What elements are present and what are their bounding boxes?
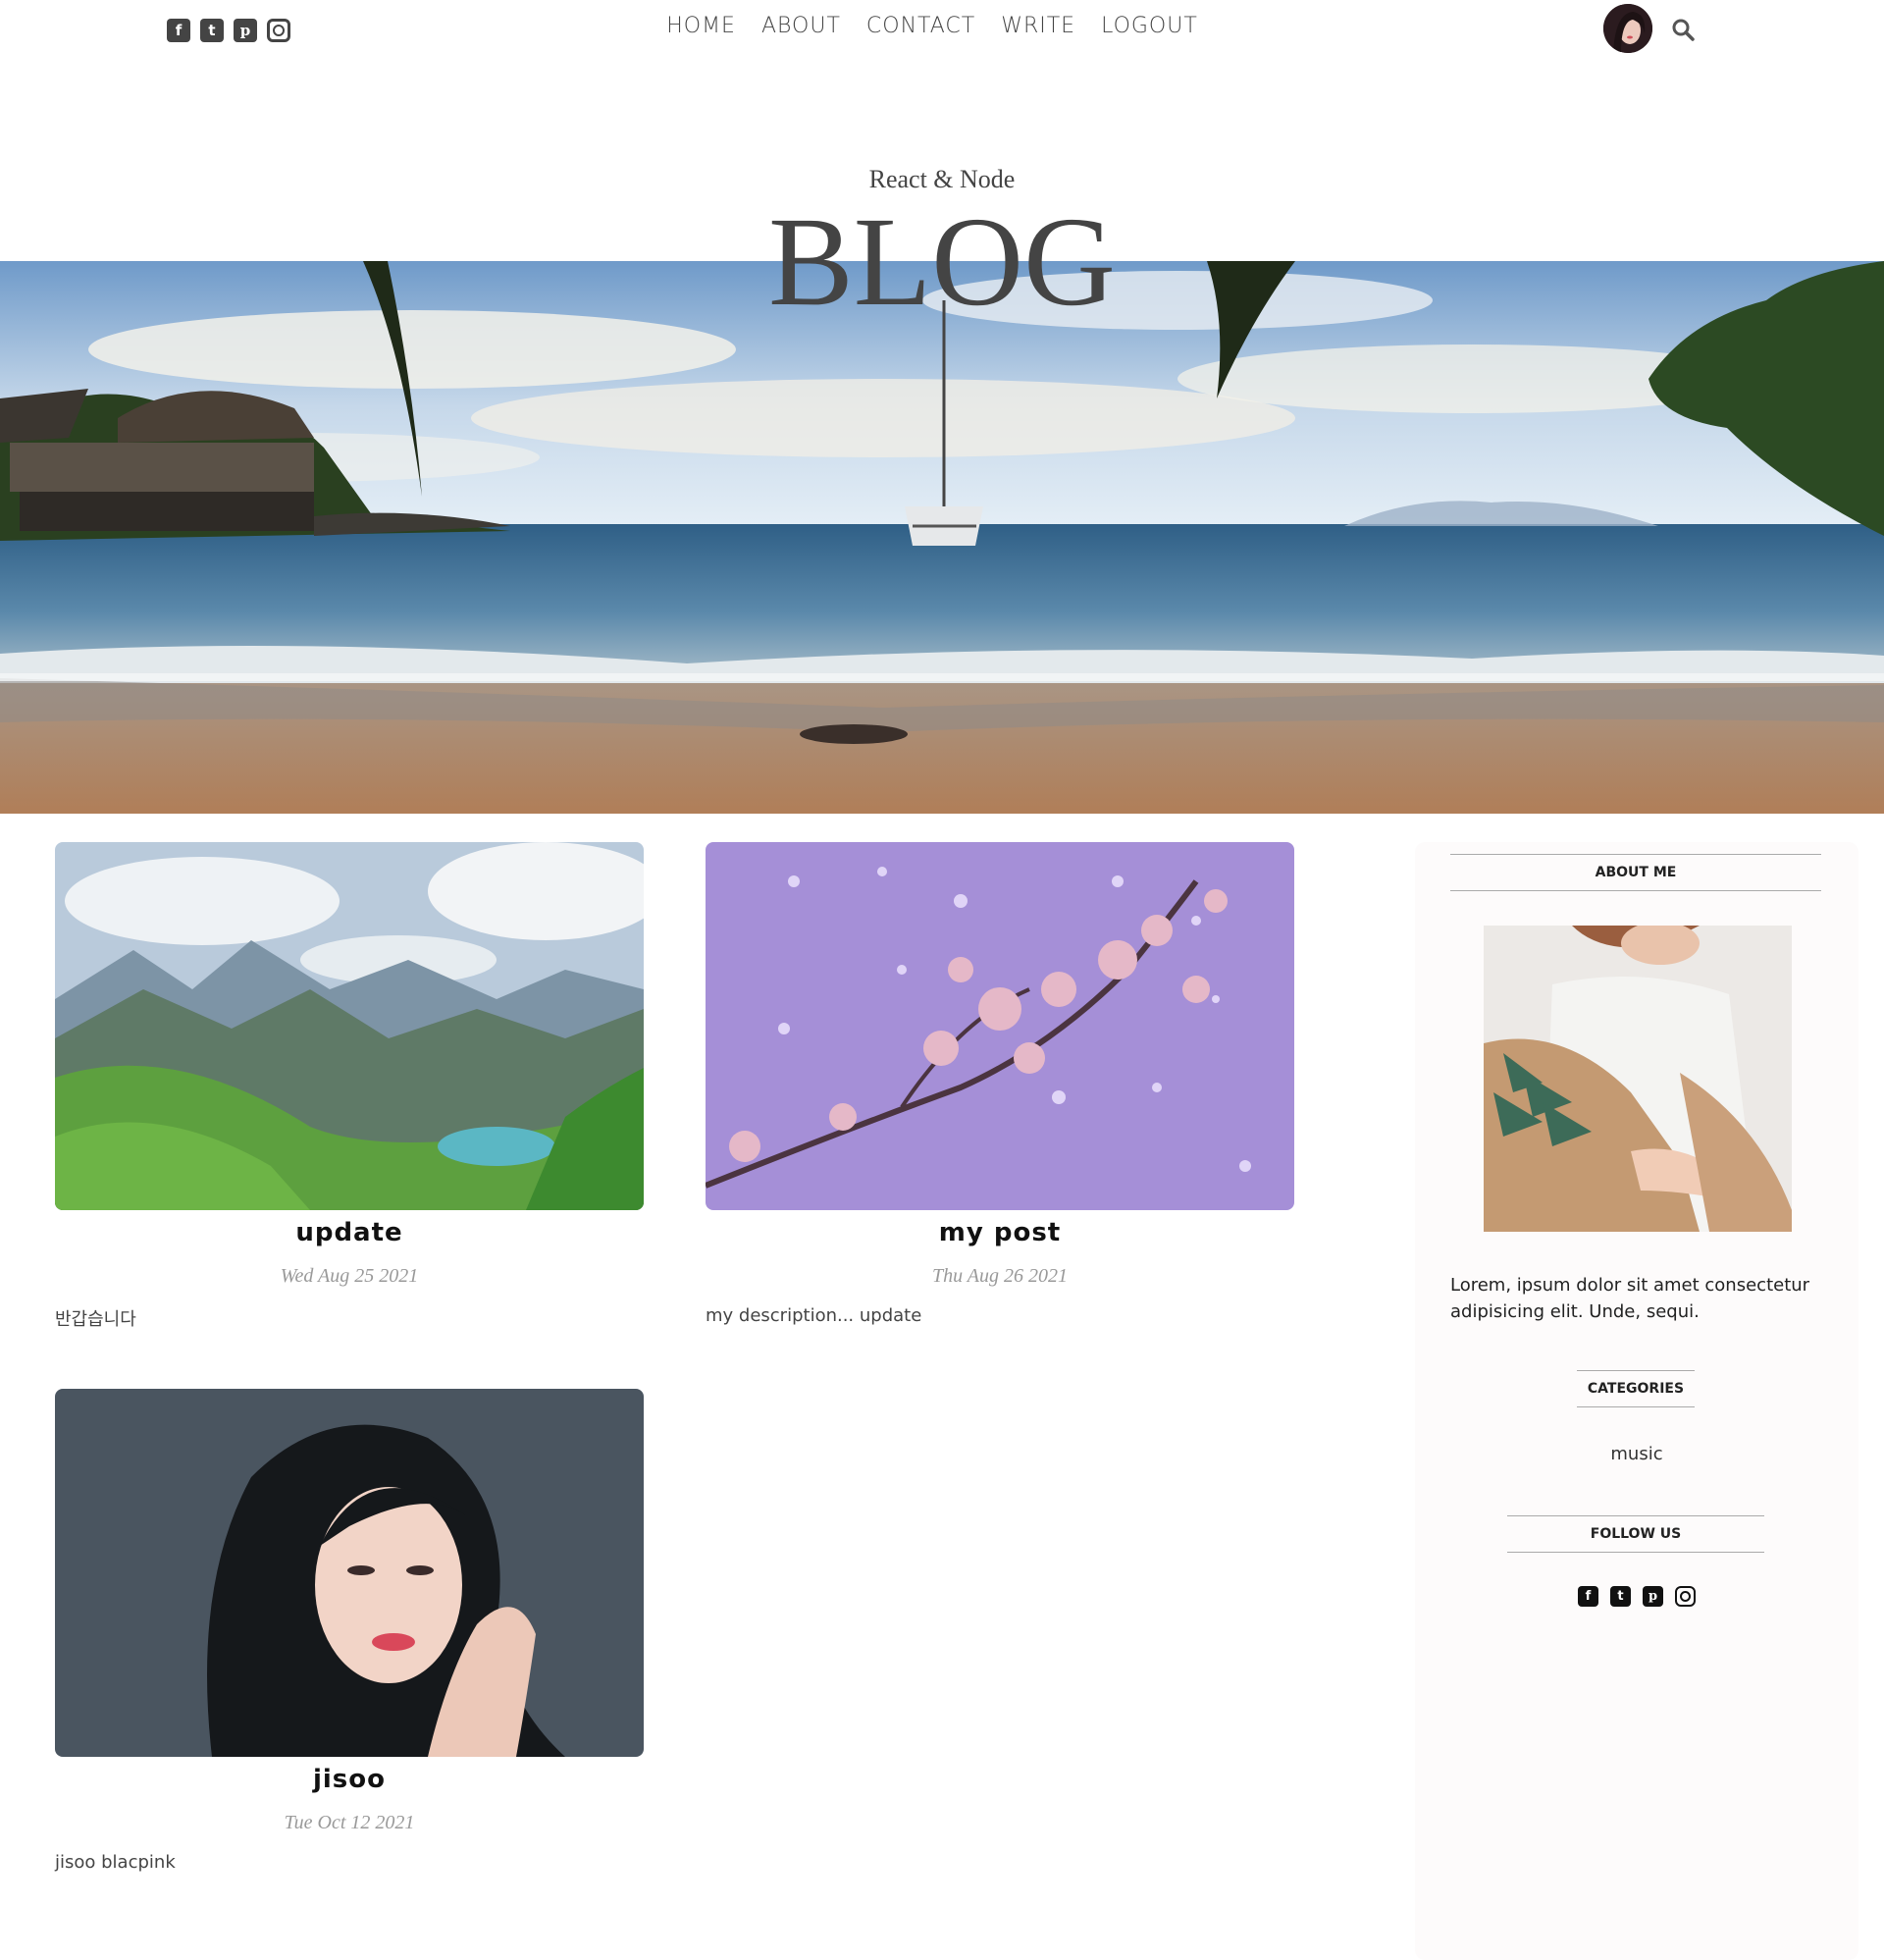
nav-logout[interactable]: LOGOUT — [1101, 14, 1198, 38]
category-item[interactable]: music — [1415, 1444, 1858, 1464]
user-avatar[interactable] — [1603, 4, 1652, 53]
search-icon[interactable] — [1671, 18, 1695, 41]
pinterest-square-icon[interactable]: p — [1643, 1586, 1663, 1607]
header-hero-image — [0, 261, 1884, 814]
post-title[interactable]: update — [55, 1218, 644, 1247]
post-image[interactable] — [55, 1389, 644, 1757]
instagram-icon[interactable] — [1675, 1586, 1696, 1607]
categories-heading: CATEGORIES — [1577, 1370, 1695, 1407]
post-card[interactable]: jisoo Tue Oct 12 2021 jisoo blacpink — [55, 1389, 644, 1873]
post-title[interactable]: my post — [706, 1218, 1294, 1247]
facebook-square-icon[interactable]: f — [1578, 1586, 1598, 1607]
post-description: my description... update — [706, 1305, 922, 1326]
sidebar-social-icons: f t p — [1415, 1586, 1858, 1607]
post-card[interactable]: update Wed Aug 25 2021 반갑습니다 — [55, 842, 644, 1331]
sidebar: ABOUT ME Lorem, ipsum dolor sit amet con… — [1415, 842, 1858, 1960]
post-date: Thu Aug 26 2021 — [932, 1265, 1068, 1287]
post-image[interactable] — [706, 842, 1294, 1210]
post-image[interactable] — [55, 842, 644, 1210]
header-title: BLOG — [768, 191, 1116, 333]
main-nav: HOME ABOUT CONTACT WRITE LOGOUT — [0, 14, 1884, 38]
post-description: 반갑습니다 — [55, 1309, 136, 1330]
about-me-heading: ABOUT ME — [1450, 854, 1821, 891]
post-title[interactable]: jisoo — [55, 1765, 644, 1794]
follow-us-heading: FOLLOW US — [1507, 1515, 1764, 1553]
header-titles: React & Node BLOG — [0, 165, 1884, 326]
post-card[interactable]: my post Thu Aug 26 2021 my description..… — [706, 842, 1294, 1326]
post-description: jisoo blacpink — [55, 1852, 176, 1873]
top-bar: f t p HOME ABOUT CONTACT WRITE LOGOUT — [0, 0, 1884, 61]
post-date: Tue Oct 12 2021 — [284, 1812, 415, 1833]
nav-contact[interactable]: CONTACT — [866, 14, 975, 38]
nav-write[interactable]: WRITE — [1001, 14, 1075, 38]
header-subtitle: React & Node — [868, 165, 1016, 193]
nav-about[interactable]: ABOUT — [761, 14, 841, 38]
about-me-photo — [1484, 926, 1792, 1232]
twitter-square-icon[interactable]: t — [1610, 1586, 1631, 1607]
post-date: Wed Aug 25 2021 — [280, 1265, 419, 1287]
about-me-text: Lorem, ipsum dolor sit amet consectetur … — [1450, 1275, 1810, 1322]
nav-home[interactable]: HOME — [666, 14, 736, 38]
